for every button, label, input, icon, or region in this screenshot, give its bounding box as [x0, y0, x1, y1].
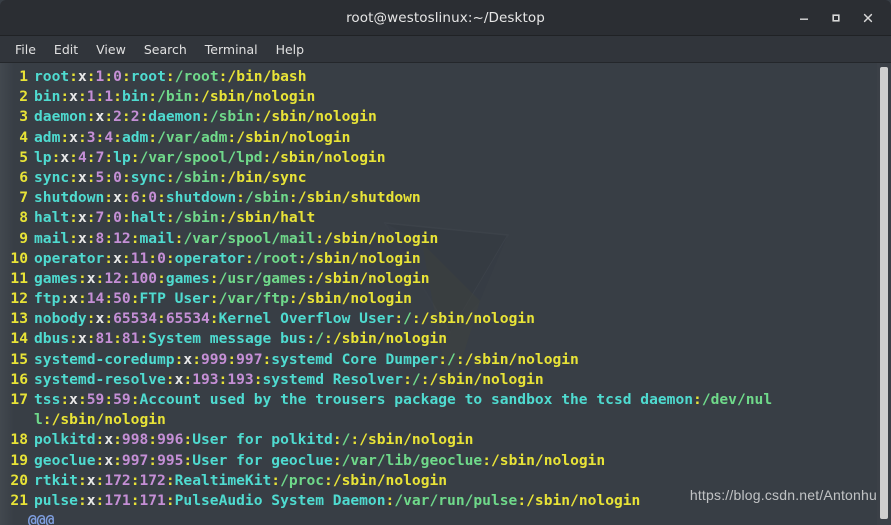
line-number: 5 — [19, 148, 28, 166]
line-number: 19 — [10, 451, 28, 469]
line-number: 11 — [10, 269, 28, 287]
line-content: ftp:x:14:50:FTP User:/var/ftp:/sbin/nolo… — [34, 290, 412, 308]
editor-line: 12 ftp:x:14:50:FTP User:/var/ftp:/sbin/no… — [0, 289, 891, 309]
title-bar[interactable]: root@westoslinux:~/Desktop — [0, 0, 891, 36]
editor-line: 17 tss:x:59:59:Account used by the trouse… — [0, 390, 891, 410]
menu-bar: File Edit View Search Terminal Help — [0, 36, 891, 63]
editor-line: 3 daemon:x:2:2:daemon:/sbin:/sbin/nologin — [0, 107, 891, 127]
line-content: operator:x:11:0:operator:/root:/sbin/nol… — [34, 249, 421, 267]
editor-lines: 1 root:x:1:0:root:/root:/bin/bash 2 bin:x:1… — [0, 67, 891, 525]
line-content: mail:x:8:12:mail:/var/spool/mail:/sbin/n… — [34, 229, 439, 247]
editor-line: 10 operator:x:11:0:operator:/root:/sbin/n… — [0, 249, 891, 269]
line-content: lp:x:4:7:lp:/var/spool/lpd:/sbin/nologin — [34, 148, 386, 166]
maximize-icon[interactable] — [821, 4, 851, 32]
line-number: 20 — [10, 471, 28, 489]
line-content: polkitd:x:998:996:User for polkitd:/:/sb… — [34, 431, 474, 449]
editor-line: 11 games:x:12:100:games:/usr/games:/sbin/… — [0, 269, 891, 289]
line-number: 18 — [10, 431, 28, 449]
editor-line: 8 halt:x:7:0:halt:/sbin:/sbin/halt — [0, 208, 891, 228]
line-content: shutdown:x:6:0:shutdown:/sbin:/sbin/shut… — [34, 189, 421, 207]
line-number: 2 — [19, 88, 28, 106]
line-number: 16 — [10, 370, 28, 388]
line-content: games:x:12:100:games:/usr/games:/sbin/no… — [34, 269, 430, 287]
line-number: 7 — [19, 189, 28, 207]
menu-item-help[interactable]: Help — [267, 39, 314, 60]
editor-line: 9 mail:x:8:12:mail:/var/spool/mail:/sbin/… — [0, 229, 891, 249]
line-content: rtkit:x:172:172:RealtimeKit:/proc:/sbin/… — [34, 471, 448, 489]
editor-line: 4 adm:x:3:4:adm:/var/adm:/sbin/nologin — [0, 128, 891, 148]
line-number: 8 — [19, 209, 28, 227]
close-icon[interactable] — [853, 4, 883, 32]
menu-item-view[interactable]: View — [87, 39, 135, 60]
line-number: 4 — [19, 128, 28, 146]
line-number: 1 — [19, 68, 28, 85]
line-content: adm:x:3:4:adm:/var/adm:/sbin/nologin — [34, 128, 351, 146]
line-number: 3 — [19, 108, 28, 126]
line-content: nobody:x:65534:65534:Kernel Overflow Use… — [34, 310, 535, 328]
line-content: root:x:1:0:root:/root:/bin/bash — [34, 68, 307, 85]
window-controls — [789, 0, 883, 36]
vim-status-line: "/etc/passwd" 48L, 2699C 1,8 Top — [0, 503, 891, 525]
editor-line-wrapped: l:/sbin/nologin — [0, 410, 891, 430]
editor-line: 1 root:x:1:0:root:/root:/bin/bash — [0, 67, 891, 87]
line-content: bin:x:1:1:bin:/bin:/sbin/nologin — [34, 88, 316, 106]
terminal-window: root@westoslinux:~/Desktop File Edit Vie… — [0, 0, 891, 525]
line-number: 13 — [10, 310, 28, 328]
editor-line: 19 geoclue:x:997:995:User for geoclue:/va… — [0, 451, 891, 471]
line-content: systemd-coredump:x:999:997:systemd Core … — [34, 350, 579, 368]
menu-item-edit[interactable]: Edit — [45, 39, 87, 60]
menu-item-search[interactable]: Search — [135, 39, 196, 60]
editor-line: 7 shutdown:x:6:0:shutdown:/sbin:/sbin/shu… — [0, 188, 891, 208]
editor-line: 2 bin:x:1:1:bin:/bin:/sbin/nologin — [0, 87, 891, 107]
window-title: root@westoslinux:~/Desktop — [346, 9, 545, 26]
terminal-body[interactable]: 1 root:x:1:0:root:/root:/bin/bash 2 bin:x:1… — [0, 63, 891, 525]
editor-line: 6 sync:x:5:0:sync:/sbin:/bin/sync — [0, 168, 891, 188]
line-content: daemon:x:2:2:daemon:/sbin:/sbin/nologin — [34, 108, 377, 126]
editor-line: 15 systemd-coredump:x:999:997:systemd Cor… — [0, 350, 891, 370]
line-content: dbus:x:81:81:System message bus:/:/sbin/… — [34, 330, 448, 348]
line-content: halt:x:7:0:halt:/sbin:/sbin/halt — [34, 209, 316, 227]
line-number: 17 — [10, 391, 28, 408]
line-number: 10 — [10, 249, 28, 267]
editor-line: 5 lp:x:4:7:lp:/var/spool/lpd:/sbin/nologi… — [0, 148, 891, 168]
line-content: geoclue:x:997:995:User for geoclue:/var/… — [34, 451, 606, 469]
line-content: tss:x:59:59:Account used by the trousers… — [34, 391, 773, 408]
line-content: l:/sbin/nologin — [34, 411, 166, 429]
scrollbar[interactable] — [877, 63, 891, 525]
editor-line: 20 rtkit:x:172:172:RealtimeKit:/proc:/sbi… — [0, 471, 891, 491]
editor-line: 16 systemd-resolve:x:193:193:systemd Reso… — [0, 370, 891, 390]
line-content: systemd-resolve:x:193:193:systemd Resolv… — [34, 370, 544, 388]
editor-line: 14 dbus:x:81:81:System message bus:/:/sbi… — [0, 329, 891, 349]
menu-item-file[interactable]: File — [6, 39, 45, 60]
menu-item-terminal[interactable]: Terminal — [196, 39, 267, 60]
line-number: 6 — [19, 168, 28, 186]
editor-line: 18 polkitd:x:998:996:User for polkitd:/:/… — [0, 430, 891, 450]
line-content: sync:x:5:0:sync:/sbin:/bin/sync — [34, 168, 307, 186]
minimize-icon[interactable] — [789, 4, 819, 32]
line-number: 9 — [19, 229, 28, 247]
line-number: 12 — [10, 290, 28, 308]
editor-line: 13 nobody:x:65534:65534:Kernel Overflow U… — [0, 309, 891, 329]
scrollbar-thumb[interactable] — [880, 67, 888, 519]
line-number: 14 — [10, 330, 28, 348]
line-number: 15 — [10, 350, 28, 368]
line-number — [0, 410, 28, 430]
